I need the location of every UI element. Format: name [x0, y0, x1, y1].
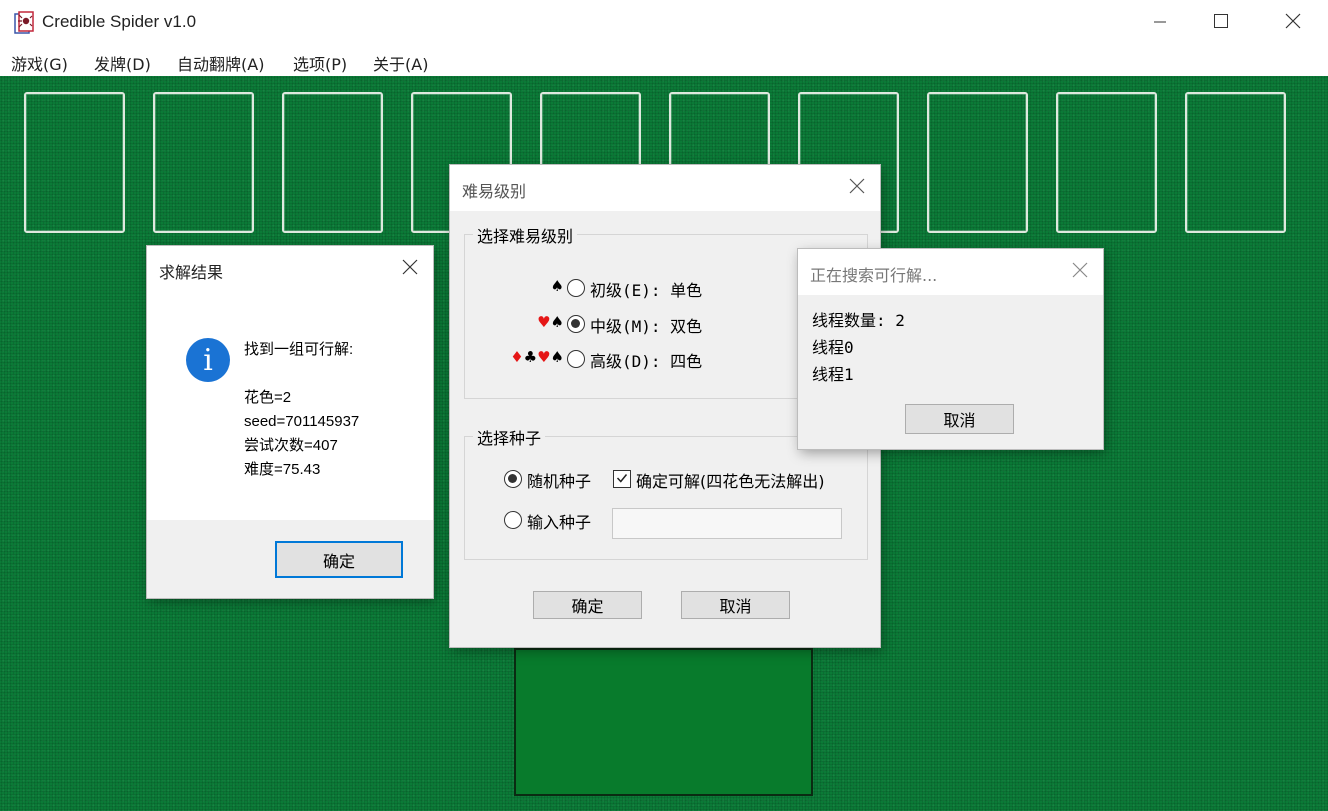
tableau-slot[interactable] — [282, 92, 383, 233]
message-line — [244, 362, 359, 386]
message-line: 花色=2 — [244, 389, 292, 406]
dialog-close-button[interactable] — [1057, 249, 1103, 295]
dialog-title: 求解结果 — [159, 263, 224, 282]
close-icon — [1285, 13, 1301, 33]
suit-icons: ♥♠ — [537, 313, 564, 331]
info-icon: i — [186, 338, 230, 382]
level-easy-radio[interactable] — [567, 279, 585, 297]
tableau-slot[interactable] — [24, 92, 125, 233]
tableau-slot[interactable] — [1056, 92, 1157, 233]
tableau-slot[interactable] — [1185, 92, 1286, 233]
input-seed-radio[interactable] — [504, 511, 522, 529]
solve-result-dialog: 求解结果 i 找到一组可行解: 花色=2 seed=701145937 尝试次数… — [147, 246, 433, 598]
title-bar: Credible Spider v1.0 — [0, 0, 1328, 46]
seed-groupbox: 选择种子 — [464, 425, 868, 560]
dialog-close-button[interactable] — [387, 246, 433, 292]
search-progress-dialog: 正在搜索可行解... 线程数量: 2 线程0 线程1 取消 — [798, 249, 1103, 449]
suit-icons: ♠ — [550, 277, 564, 295]
thread-line: 线程0 — [812, 338, 854, 357]
spider-app-icon — [13, 11, 35, 35]
level-medium-radio[interactable] — [567, 315, 585, 333]
menu-options[interactable]: 选项(P) — [293, 51, 347, 75]
dialog-titlebar: 难易级别 — [450, 165, 880, 211]
message-line: 尝试次数=407 — [244, 437, 338, 454]
close-icon — [402, 259, 418, 279]
ensure-solvable-checkbox[interactable] — [613, 470, 631, 488]
maximize-icon — [1214, 14, 1228, 32]
level-medium-label[interactable]: 中级(M): 双色 — [590, 313, 702, 337]
menu-bar: 游戏(G) 发牌(D) 自动翻牌(A) 选项(P) 关于(A) — [0, 46, 1328, 76]
random-seed-label[interactable]: 随机种子 — [527, 468, 591, 492]
menu-game[interactable]: 游戏(G) — [11, 51, 68, 75]
thread-count: 线程数量: 2 — [812, 311, 905, 330]
dialog-title: 正在搜索可行解... — [810, 266, 938, 285]
message-line: seed=701145937 — [244, 413, 360, 430]
ensure-solvable-label[interactable]: 确定可解(四花色无法解出) — [636, 468, 825, 492]
minimize-icon — [1154, 14, 1166, 32]
thread-line: 线程1 — [812, 365, 854, 384]
stock-area[interactable] — [514, 648, 813, 796]
tableau-slot[interactable] — [153, 92, 254, 233]
checkmark-icon — [616, 472, 628, 487]
random-seed-radio[interactable] — [504, 470, 522, 488]
ok-button[interactable]: 确定 — [275, 541, 403, 578]
close-icon — [849, 178, 865, 198]
group-label: 选择种子 — [473, 425, 546, 449]
menu-auto-flip[interactable]: 自动翻牌(A) — [177, 51, 264, 75]
dialog-titlebar: 求解结果 — [147, 246, 433, 292]
result-message: 找到一组可行解: 花色=2 seed=701145937 尝试次数=407 难度… — [244, 338, 359, 482]
group-label: 选择难易级别 — [473, 223, 578, 247]
dialog-body: i 找到一组可行解: 花色=2 seed=701145937 尝试次数=407 … — [147, 292, 433, 520]
maximize-button[interactable] — [1198, 0, 1244, 46]
search-status: 线程数量: 2 线程0 线程1 — [812, 307, 905, 388]
close-icon — [1072, 262, 1088, 282]
seed-input[interactable] — [612, 508, 842, 539]
level-hard-radio[interactable] — [567, 350, 585, 368]
window-title: Credible Spider v1.0 — [42, 12, 197, 31]
input-seed-label[interactable]: 输入种子 — [527, 509, 591, 533]
tableau-slot[interactable] — [927, 92, 1028, 233]
menu-deal[interactable]: 发牌(D) — [94, 51, 151, 75]
message-line: 找到一组可行解: — [244, 341, 354, 358]
level-easy-label[interactable]: 初级(E): 单色 — [590, 277, 702, 301]
message-line: 难度=75.43 — [244, 461, 321, 478]
dialog-title: 难易级别 — [462, 182, 527, 201]
menu-about[interactable]: 关于(A) — [373, 51, 428, 75]
close-button[interactable] — [1270, 0, 1316, 46]
level-hard-label[interactable]: 高级(D): 四色 — [590, 348, 702, 372]
cancel-button[interactable]: 取消 — [905, 404, 1014, 434]
cancel-button[interactable]: 取消 — [681, 591, 790, 619]
suit-icons: ♦♣♥♠ — [510, 348, 564, 366]
minimize-button[interactable] — [1137, 0, 1183, 46]
dialog-titlebar: 正在搜索可行解... — [798, 249, 1103, 295]
ok-button[interactable]: 确定 — [533, 591, 642, 619]
dialog-close-button[interactable] — [834, 165, 880, 211]
